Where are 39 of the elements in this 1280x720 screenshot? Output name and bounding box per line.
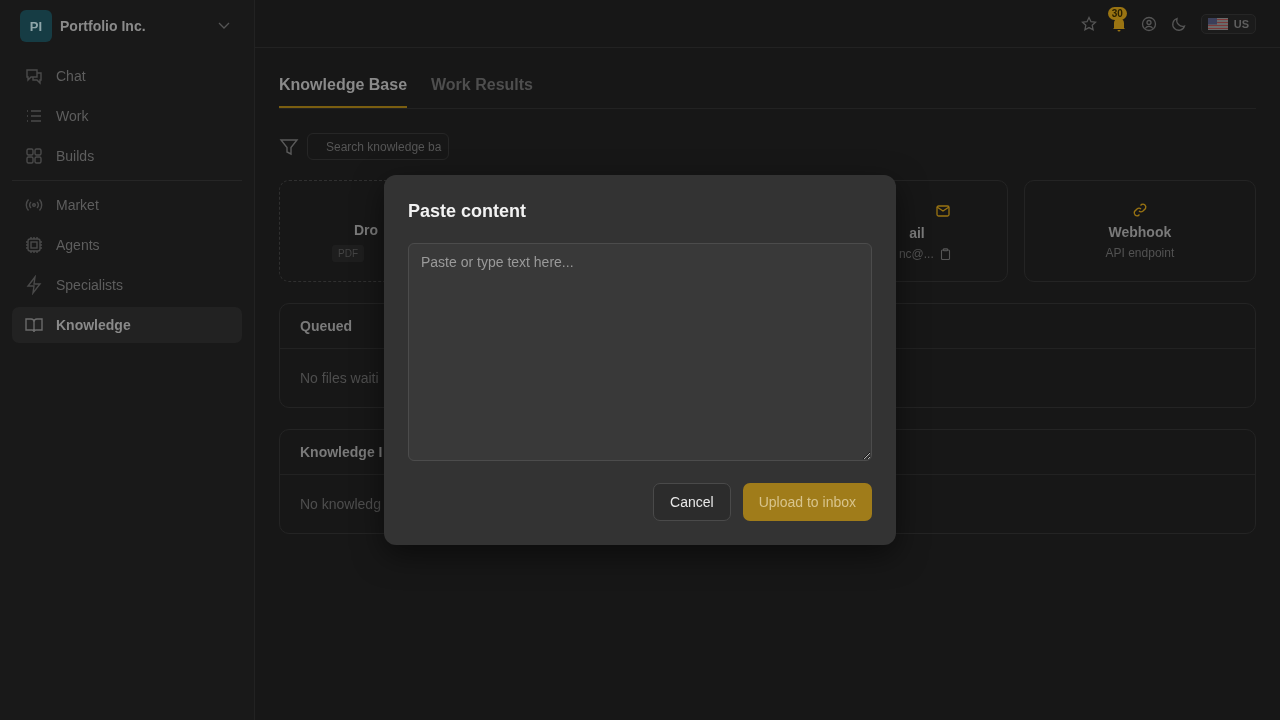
- mail-icon: [934, 203, 951, 219]
- tab[interactable]: Knowledge Base: [279, 72, 408, 108]
- chip-icon: [24, 235, 44, 255]
- book-icon: [24, 315, 44, 335]
- locale-button[interactable]: US: [1200, 13, 1256, 34]
- card-title: Webhook: [1108, 224, 1172, 240]
- notification-badge: 30: [1107, 6, 1127, 20]
- chat-bubbles-icon: [24, 66, 44, 86]
- sidebar-item[interactable]: Agents: [12, 227, 242, 263]
- sidebar-item[interactable]: Chat: [12, 58, 242, 94]
- email-address: nc@...: [898, 247, 934, 261]
- cancel-button[interactable]: Cancel: [653, 483, 731, 521]
- webhook-card[interactable]: Webhook API endpoint: [1023, 180, 1256, 282]
- sidebar-item[interactable]: Specialists: [12, 267, 242, 303]
- filter-icon[interactable]: [279, 136, 299, 157]
- card-subtitle: API endpoint: [1105, 246, 1175, 260]
- clipboard-icon[interactable]: [939, 248, 951, 260]
- grid-icon: [24, 146, 44, 166]
- chevron-down-icon[interactable]: [218, 22, 230, 30]
- card-title: ail: [909, 225, 925, 241]
- workspace-name: Portfolio Inc.: [60, 18, 147, 34]
- text-area[interactable]: Paste or type text here...: [408, 243, 872, 461]
- star-icon[interactable]: [1080, 15, 1097, 32]
- search-field[interactable]: Search knowledge ba: [307, 133, 449, 160]
- flag-icon: [1207, 17, 1228, 30]
- dialog-title: Paste content: [408, 201, 528, 222]
- sidebar-item[interactable]: Market: [12, 187, 242, 223]
- lightning-icon: [24, 275, 44, 295]
- link-icon: [1131, 202, 1148, 218]
- moon-icon[interactable]: [1170, 15, 1187, 32]
- upload-button[interactable]: Upload to inbox: [742, 483, 872, 521]
- section-title: Knowledge I: [300, 444, 383, 460]
- sidebar-item[interactable]: Work: [12, 98, 242, 134]
- workspace-avatar: PI: [20, 10, 52, 42]
- card-title: Dro: [354, 222, 380, 238]
- sidebar-item[interactable]: Builds: [12, 138, 242, 174]
- section-title: Queued: [300, 318, 353, 334]
- sidebar-item[interactable]: Knowledge: [12, 307, 242, 343]
- user-circle-icon[interactable]: [1140, 15, 1157, 32]
